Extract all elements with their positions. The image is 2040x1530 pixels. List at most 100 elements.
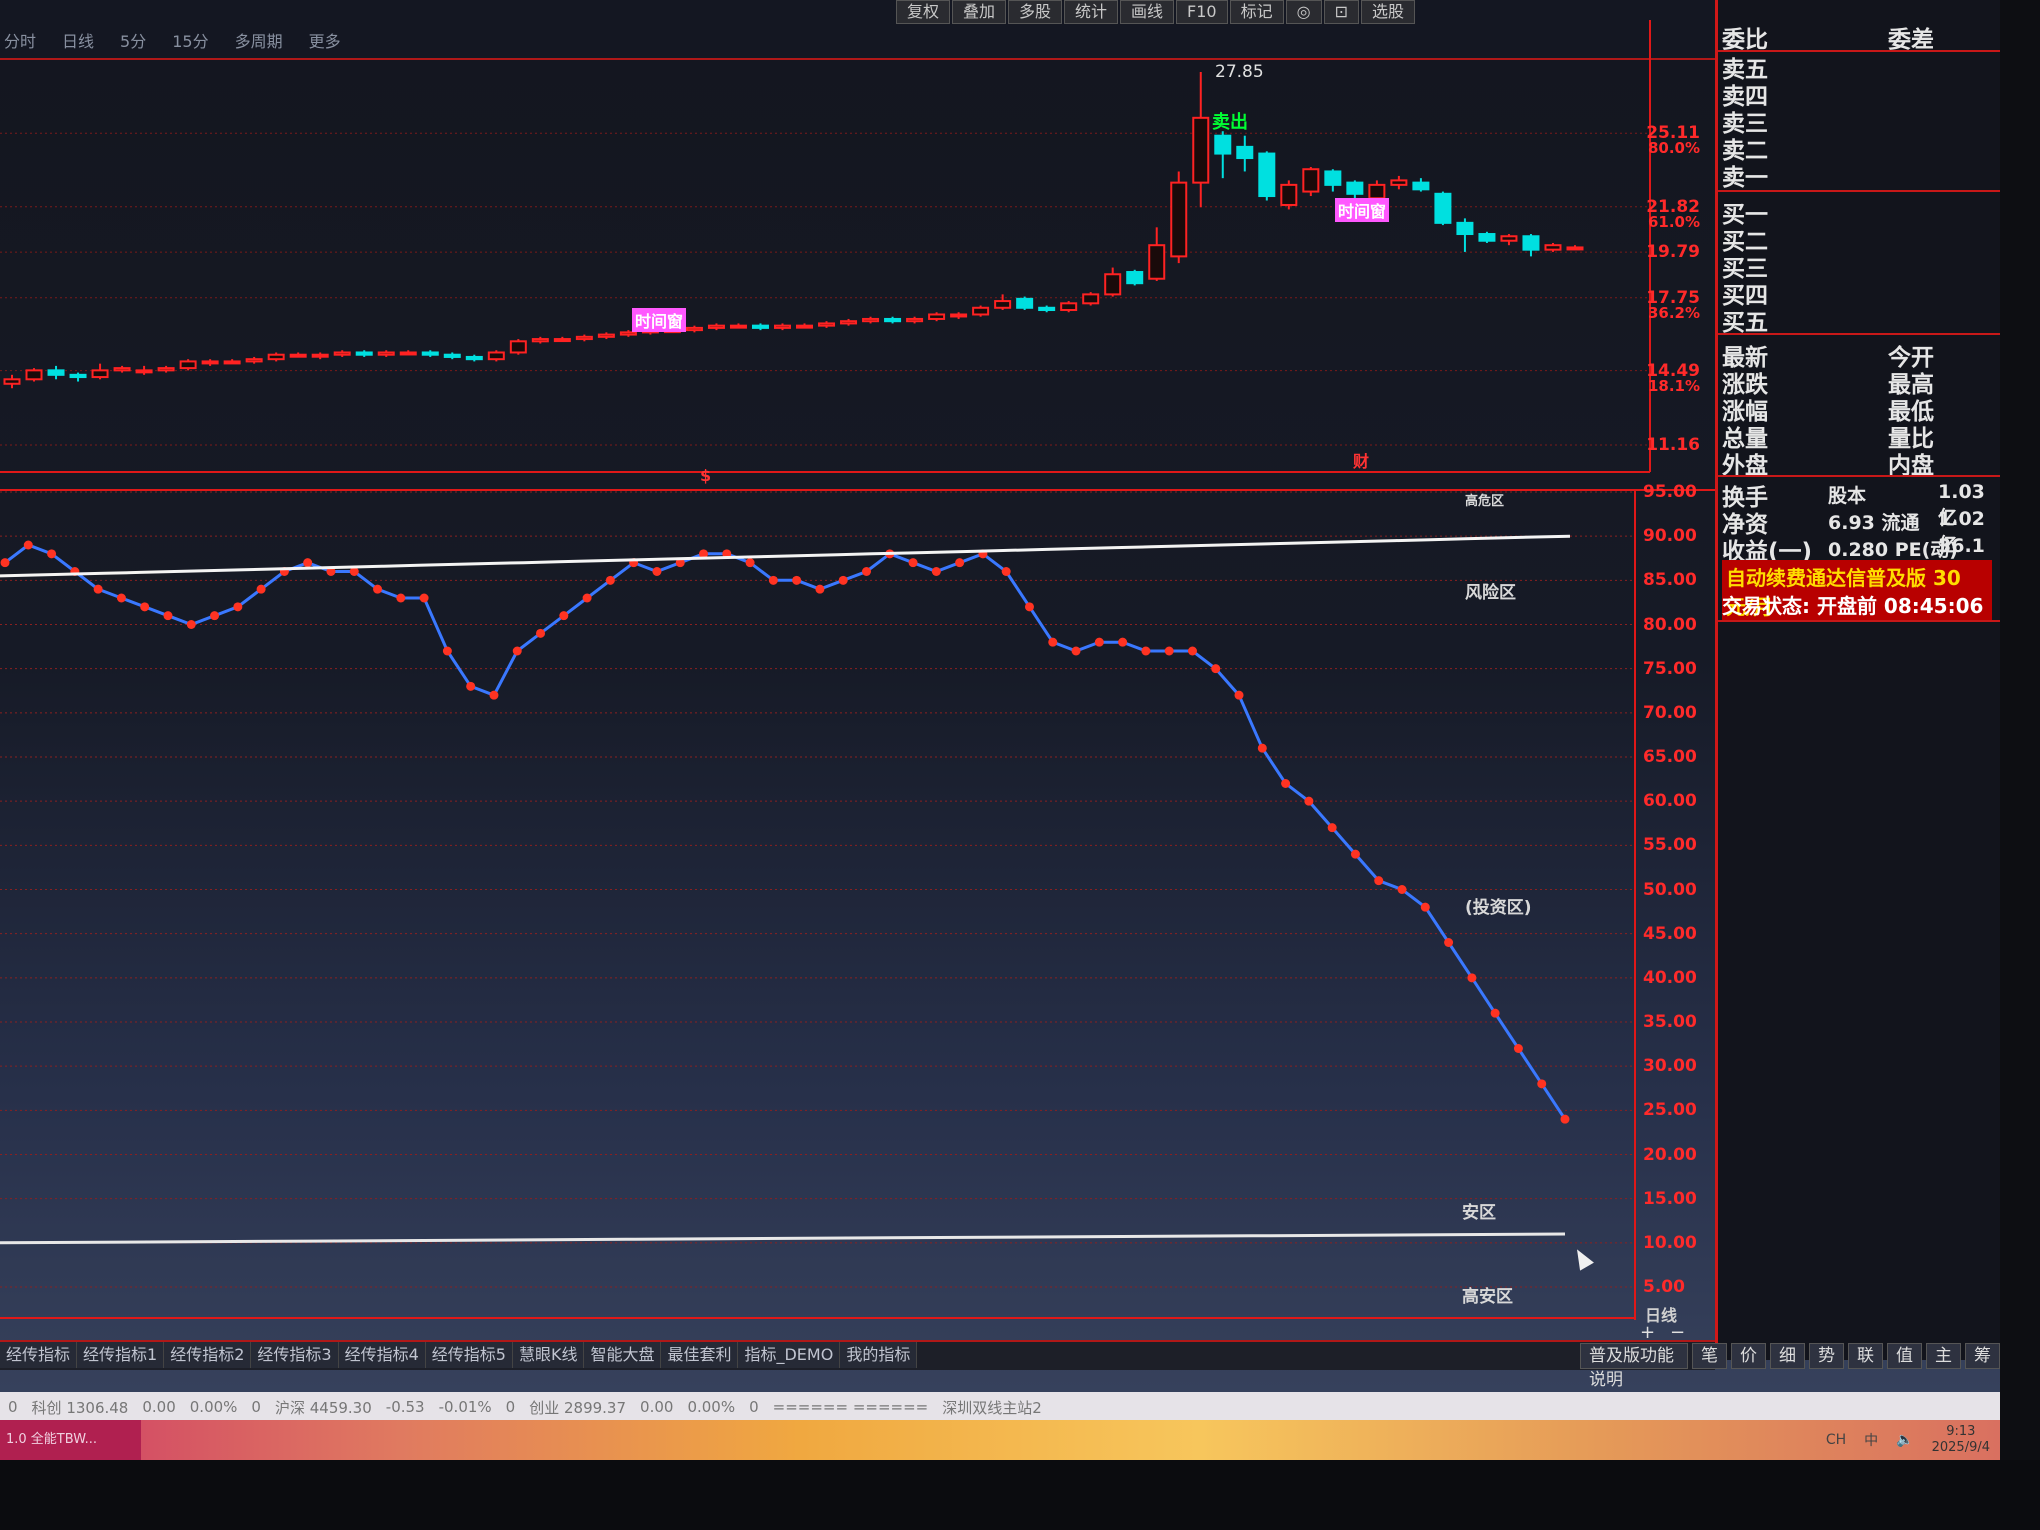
candle-body	[773, 324, 791, 329]
candle-body	[950, 313, 968, 318]
osc-point	[163, 611, 173, 621]
sell-signal-marker: 卖出	[1212, 112, 1248, 133]
candle-body	[884, 317, 902, 323]
osc-axis-label: 70.00	[1643, 702, 1697, 723]
osc-point	[0, 558, 10, 568]
event-mark-finance[interactable]: 财	[1353, 448, 1369, 472]
rp-divider	[1718, 333, 2000, 335]
price-axis-label: 11.16	[1646, 435, 1700, 455]
candle-body	[796, 324, 814, 329]
candle-body	[1324, 170, 1342, 186]
osc-point	[1257, 743, 1267, 753]
candle-body	[1500, 235, 1518, 242]
indicator-tab-3[interactable]: 经传指标3	[251, 1342, 339, 1368]
event-mark-dollar[interactable]: $	[700, 466, 711, 485]
osc-point	[1048, 637, 1058, 647]
osc-point	[116, 593, 126, 603]
panel-tab-1[interactable]: 笔	[1692, 1343, 1727, 1369]
candle-body	[1302, 168, 1320, 193]
osc-point	[396, 593, 406, 603]
panel-tab-4[interactable]: 势	[1809, 1343, 1844, 1369]
rp-divider	[1718, 620, 2000, 622]
candle-body	[619, 331, 637, 336]
input-lang-indicator[interactable]: CH	[1826, 1432, 1846, 1448]
osc-point	[838, 575, 848, 585]
indicator-tab-6[interactable]: 慧眼K线	[512, 1342, 585, 1368]
status-item-7: -0.01%	[438, 1398, 492, 1416]
peak-price-label: 27.85	[1215, 62, 1264, 82]
sell-level-1[interactable]: 卖一	[1722, 158, 1768, 192]
osc-point	[1141, 646, 1151, 656]
osc-point	[1513, 1044, 1523, 1053]
taskbar: 1.0 全能TBW... CH 中 🔈 9:13 2025/9/4	[0, 1420, 2000, 1460]
indicator-tab-4[interactable]: 经传指标4	[338, 1342, 426, 1368]
indicator-tab-5[interactable]: 经传指标5	[425, 1342, 513, 1368]
osc-point	[815, 584, 825, 594]
candle-body	[1412, 181, 1430, 191]
indicator-tab-2[interactable]: 经传指标2	[164, 1342, 252, 1368]
candle-body	[553, 338, 571, 343]
panel-tab-6[interactable]: 值	[1887, 1343, 1922, 1369]
taskbar-app-button[interactable]: 1.0 全能TBW...	[0, 1420, 141, 1460]
candle-body	[443, 353, 461, 358]
panel-tab-7[interactable]: 主	[1926, 1343, 1961, 1369]
osc-point	[186, 620, 196, 629]
indicator-tab-8[interactable]: 最佳套利	[661, 1342, 739, 1368]
osc-point	[536, 628, 546, 638]
osc-axis-label: 5.00	[1643, 1277, 1685, 1297]
order-ratio-label: 委比	[1722, 27, 1768, 53]
osc-point	[1537, 1079, 1547, 1089]
osc-point	[1234, 690, 1244, 700]
status-item-10: 0.00	[640, 1398, 674, 1416]
osc-point	[1187, 646, 1197, 656]
indicator-tab-1[interactable]: 经传指标1	[77, 1342, 165, 1368]
chart-canvas[interactable]	[0, 0, 1715, 1340]
indicator-tab-7[interactable]: 智能大盘	[584, 1342, 662, 1368]
price-axis-label: 19.79	[1646, 242, 1700, 263]
candle-body	[906, 317, 924, 323]
status-item-13: ====== ======	[772, 1398, 929, 1416]
osc-point	[559, 611, 569, 621]
osc-point	[466, 681, 476, 691]
osc-point	[1001, 567, 1011, 576]
zone-risk-label: 风险区	[1465, 583, 1516, 603]
panel-tab-8[interactable]: 筹	[1965, 1343, 2000, 1369]
candle-body	[333, 351, 351, 356]
status-item-12: 0	[749, 1398, 759, 1416]
panel-tab-5[interactable]: 联	[1848, 1343, 1883, 1369]
panel-tab-3[interactable]: 细	[1770, 1343, 1805, 1369]
ime-indicator[interactable]: 中	[1864, 1430, 1878, 1450]
osc-point	[652, 567, 662, 576]
indicator-tab-9[interactable]: 指标_DEMO	[738, 1342, 841, 1368]
indicator-tab-10[interactable]: 我的指标	[840, 1342, 918, 1368]
candle-body	[1170, 181, 1188, 258]
candle-body	[597, 333, 615, 338]
quote-panel: 委比 委差 卖五 卖四 卖三 卖二 卖一 买一 买二 买三 买四 买五 最新 涨跌 涨幅 总量 外盘 今开 最高 最低…	[1715, 0, 2000, 1360]
osc-axis-label: 10.00	[1643, 1232, 1697, 1253]
buy-level-5[interactable]: 买五	[1722, 303, 1768, 337]
panel-tab-2[interactable]: 价	[1731, 1343, 1766, 1369]
osc-axis-label: 85.00	[1643, 570, 1697, 591]
osc-point	[1211, 664, 1221, 674]
candle-body	[1236, 145, 1254, 160]
indicator-tab-0[interactable]: 经传指标	[0, 1342, 78, 1368]
status-item-14: 深圳双线主站2	[942, 1398, 1042, 1417]
candle-body	[25, 369, 43, 381]
volume-icon[interactable]: 🔈	[1896, 1432, 1913, 1448]
osc-point	[1350, 849, 1360, 859]
status-item-2: 0.00	[142, 1398, 176, 1416]
candle-body	[707, 324, 725, 329]
osc-point	[1397, 885, 1407, 894]
candle-body	[399, 351, 417, 356]
osc-point	[373, 584, 383, 594]
osc-point	[1304, 796, 1314, 806]
taskbar-clock[interactable]: 9:13 2025/9/4	[1932, 1424, 1990, 1456]
osc-point	[1118, 637, 1128, 647]
osc-axis-label: 50.00	[1643, 879, 1697, 900]
candle-body	[355, 351, 373, 356]
panel-tab-0[interactable]: 普及版功能说明	[1580, 1343, 1688, 1390]
candle-body	[1148, 244, 1166, 280]
status-item-1: 科创 1306.48	[31, 1398, 129, 1417]
order-diff-label: 委差	[1888, 27, 1934, 53]
candle-body	[1280, 183, 1298, 206]
